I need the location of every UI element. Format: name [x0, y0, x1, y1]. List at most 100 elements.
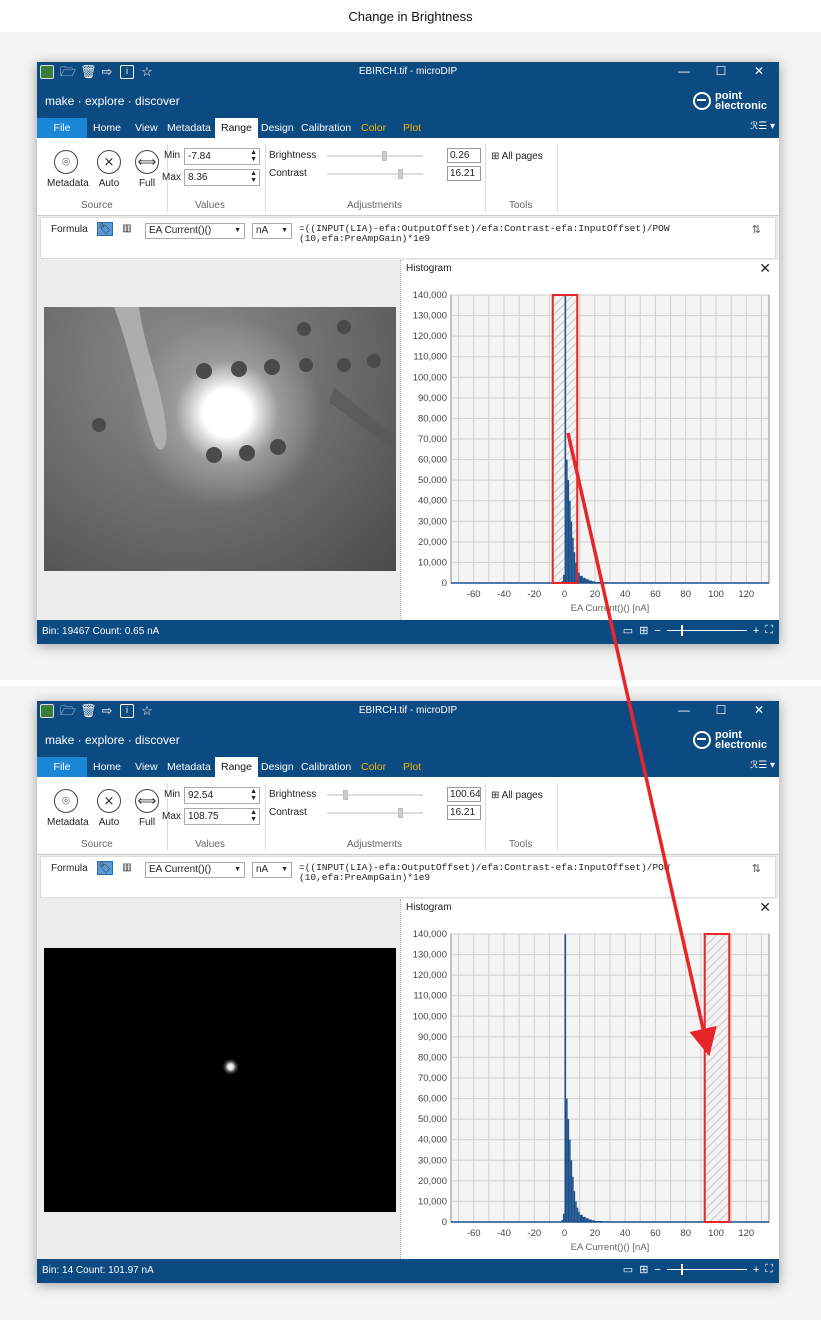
contrast-slider[interactable] [327, 808, 423, 818]
ribbon-options-icon[interactable]: ℛ☰ ▾ [750, 760, 775, 771]
histogram-chart[interactable]: 0 10,000 20,000 30,000 40,000 50,000 60,000 70,… [401, 280, 779, 620]
contrast-slider[interactable] [327, 169, 423, 179]
tab-design[interactable]: Design [255, 118, 300, 138]
sem-image[interactable] [44, 948, 396, 1212]
source-metadata-button[interactable]: ⌾ Metadata [47, 150, 89, 189]
brightness-label: Brightness [269, 150, 317, 161]
contrast-slider-thumb[interactable] [397, 169, 403, 179]
contrast-value[interactable]: 16.21 [447, 166, 481, 181]
channels-icon[interactable]: ▥ [119, 222, 135, 236]
close-icon[interactable]: ✕ [759, 899, 771, 916]
tab-plot[interactable]: Plot [397, 118, 427, 138]
tab-color[interactable]: Color [355, 757, 392, 777]
tab-color[interactable]: Color [355, 118, 392, 138]
formula-text[interactable]: =((INPUT(LIA)-efa:OutputOffset)/efa:Cont… [299, 863, 719, 883]
zoom-out-button[interactable]: − [654, 1264, 660, 1276]
tab-file[interactable]: File [37, 118, 87, 138]
zoom-slider[interactable] [666, 625, 747, 636]
histogram-bar [563, 1213, 565, 1222]
unit-value: nA [256, 225, 269, 236]
all-pages-button[interactable]: ⊞ All pages [491, 790, 543, 801]
zoom-out-button[interactable]: − [654, 625, 660, 637]
formula-line2: (10,efa:PreAmpGain)*1e9 [299, 233, 431, 244]
x-tick-label: -40 [497, 589, 511, 600]
image-viewer[interactable] [37, 260, 400, 620]
y-tick-label: 90,000 [418, 1032, 447, 1043]
close-window-button[interactable]: ✕ [749, 64, 769, 78]
sort-icon[interactable]: ⇅ [752, 223, 761, 236]
ribbon-tabs: File Home View Metadata Range Design Calibrati… [37, 757, 779, 777]
spinner-arrows-icon[interactable]: ▲ ▼ [250, 788, 257, 802]
single-view-icon[interactable]: ▭ [623, 624, 633, 637]
brightness-slider-thumb[interactable] [343, 790, 349, 800]
tag-icon[interactable]: 🏷 [97, 861, 113, 875]
all-pages-button[interactable]: ⊞ All pages [491, 151, 543, 162]
close-window-button[interactable]: ✕ [749, 703, 769, 717]
contrast-slider-thumb[interactable] [397, 808, 403, 818]
channel-dropdown[interactable]: EA Current()() ▼ [145, 223, 245, 239]
histogram-title: Histogram [406, 263, 452, 274]
tab-calibration[interactable]: Calibration [295, 118, 357, 138]
tab-metadata[interactable]: Metadata [161, 757, 217, 777]
sort-icon[interactable]: ⇅ [752, 862, 761, 875]
maximize-button[interactable]: ☐ [711, 64, 731, 78]
source-auto-button[interactable]: ⨯ Auto [90, 789, 128, 828]
tab-file[interactable]: File [37, 757, 87, 777]
brightness-slider-thumb[interactable] [381, 151, 387, 161]
tag-icon[interactable]: 🏷 [97, 222, 113, 236]
source-metadata-button[interactable]: ⌾ Metadata [47, 789, 89, 828]
formula-text[interactable]: =((INPUT(LIA)-efa:OutputOffset)/efa:Cont… [299, 224, 719, 244]
x-tick-label: -40 [497, 1228, 511, 1239]
tab-home[interactable]: Home [87, 118, 127, 138]
single-view-icon[interactable]: ▭ [623, 1263, 633, 1276]
grid-view-icon[interactable]: ⊞ [639, 624, 648, 637]
tab-design[interactable]: Design [255, 757, 300, 777]
zoom-in-button[interactable]: + [753, 625, 759, 637]
image-viewer[interactable] [37, 899, 400, 1259]
unit-dropdown[interactable]: nA ▼ [252, 862, 292, 878]
source-full-button[interactable]: ⟺ Full [128, 789, 166, 828]
ribbon-options-icon[interactable]: ℛ☰ ▾ [750, 121, 775, 132]
minimize-button[interactable]: — [674, 64, 694, 78]
y-tick-label: 20,000 [418, 537, 447, 548]
max-spinner[interactable]: 108.75 ▲ ▼ [184, 808, 260, 825]
tab-metadata[interactable]: Metadata [161, 118, 217, 138]
logo-line2: electronic [715, 100, 767, 112]
contrast-value[interactable]: 16.21 [447, 805, 481, 820]
tab-plot[interactable]: Plot [397, 757, 427, 777]
channels-icon[interactable]: ▥ [119, 861, 135, 875]
unit-dropdown[interactable]: nA ▼ [252, 223, 292, 239]
minimize-button[interactable]: — [674, 703, 694, 717]
spinner-arrows-icon[interactable]: ▲ ▼ [250, 149, 257, 163]
histogram-bar [572, 1176, 574, 1222]
zoom-in-button[interactable]: + [753, 1264, 759, 1276]
max-spinner[interactable]: 8.36 ▲ ▼ [184, 169, 260, 186]
min-spinner[interactable]: -7.84 ▲ ▼ [184, 148, 260, 165]
channel-dropdown[interactable]: EA Current()() ▼ [145, 862, 245, 878]
histogram-chart[interactable]: 0 10,000 20,000 30,000 40,000 50,000 60,000 70,… [401, 919, 779, 1259]
brightness-value[interactable]: 0.26 [447, 148, 481, 163]
source-auto-button[interactable]: ⨯ Auto [90, 150, 128, 189]
tab-calibration[interactable]: Calibration [295, 757, 357, 777]
spinner-arrows-icon[interactable]: ▲ ▼ [250, 809, 257, 823]
status-bar: Bin: 19467 Count: 0.65 nA ▭ ⊞ − + ⛶ [37, 620, 779, 644]
close-icon[interactable]: ✕ [759, 260, 771, 277]
tab-home[interactable]: Home [87, 757, 127, 777]
sem-image[interactable] [44, 307, 396, 571]
tab-view[interactable]: View [129, 757, 164, 777]
zoom-slider[interactable] [666, 1264, 747, 1275]
brightness-value[interactable]: 100.64 [447, 787, 481, 802]
brightness-slider[interactable] [327, 790, 423, 800]
brightness-slider[interactable] [327, 151, 423, 161]
maximize-button[interactable]: ☐ [711, 703, 731, 717]
tab-range[interactable]: Range [215, 757, 258, 777]
y-tick-label: 140,000 [413, 290, 447, 301]
fit-to-window-icon[interactable]: ⛶ [765, 1263, 773, 1276]
tab-view[interactable]: View [129, 118, 164, 138]
spinner-arrows-icon[interactable]: ▲ ▼ [250, 170, 257, 184]
source-full-button[interactable]: ⟺ Full [128, 150, 166, 189]
fit-to-window-icon[interactable]: ⛶ [765, 624, 773, 637]
grid-view-icon[interactable]: ⊞ [639, 1263, 648, 1276]
min-spinner[interactable]: 92.54 ▲ ▼ [184, 787, 260, 804]
tab-range[interactable]: Range [215, 118, 258, 138]
